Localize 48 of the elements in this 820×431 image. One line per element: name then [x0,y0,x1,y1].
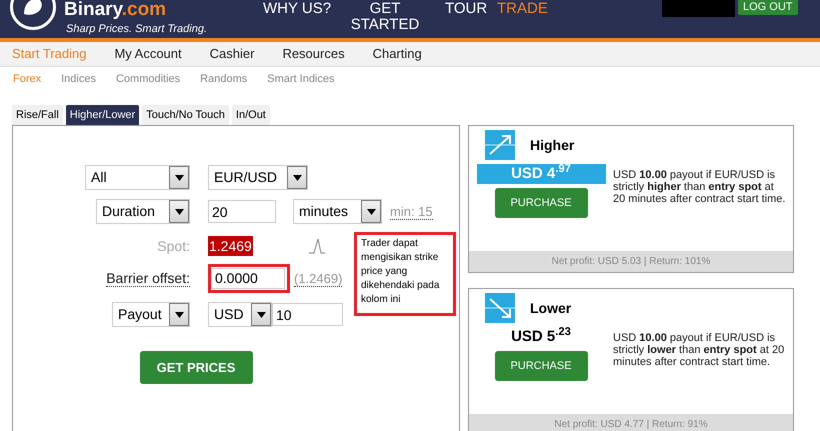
contract-price: USD 4$^{.97}$ [476,164,606,184]
spot-label: Spot: [157,236,190,256]
submenu-tab[interactable]: Smart Indices [267,70,334,88]
nav-link[interactable]: WHY US? [263,1,332,17]
logo-text[interactable]: Binary.com [64,0,166,20]
contract-tab[interactable]: In/Out [232,105,270,125]
logo-tagline: Sharp Prices. Smart Trading. [66,22,208,37]
duration-input[interactable]: 20 [208,200,276,223]
contract-tab[interactable]: Higher/Lower [66,105,140,125]
arrow-up-right-icon [485,130,515,160]
purchase-button[interactable]: PURCHASE [494,351,588,381]
get-prices-button[interactable]: GET PRICES [140,351,252,384]
amount-type-select[interactable]: Payout [112,302,190,327]
contract-title: Lower [530,298,572,318]
duration-unit-select[interactable]: minutes [293,199,382,224]
barrier-input[interactable]: 0.0000 [211,268,285,289]
submenu-tab[interactable]: Randoms [200,70,248,88]
sparkline-icon [308,238,325,254]
submenu-tab[interactable]: Commodities [116,70,180,88]
nav-link[interactable]: GET STARTED [350,1,420,33]
submenu-tab[interactable]: Indices [61,70,96,88]
barrier-value: (1.2469) [294,270,342,286]
contract-description: USD 10.00 payout if EUR/USD is strictly higher than entry spot at 20 minutes after contract start time. [613,169,786,207]
menu-tab[interactable]: Resources [282,44,345,64]
market-select[interactable]: All [85,165,190,190]
purchase-button[interactable]: PURCHASE [494,188,588,218]
menu-tab[interactable]: Cashier [210,44,254,64]
menu-tab[interactable]: Charting [372,44,422,64]
contract-price: USD 5$^{.23}$ [510,327,572,347]
arrow-down-right-icon [485,293,515,323]
nav-link[interactable]: TRADE [497,1,548,17]
amount-input[interactable]: 10 [272,303,343,326]
contract-description: USD 10.00 payout if EUR/USD is strictly lower than entry spot at 20 minutes after contract start time. [613,332,786,370]
contract-footer: Net profit: USD 5.03 | Return: 101% [469,251,793,272]
contract-tab[interactable]: Rise/Fall [12,105,63,125]
underlying-select[interactable]: EUR/USD [208,165,308,190]
nav-link[interactable]: TOUR [445,1,488,17]
duration-type-select[interactable]: Duration [96,199,190,224]
barrier-label: Barrier offset: [106,270,190,286]
currency-select[interactable]: USD [208,302,272,327]
menu-tab[interactable]: My Account [114,44,182,64]
spot-value: 1.2469 [208,236,253,256]
logout-button[interactable]: LOG OUT [738,0,798,15]
contract-title: Higher [530,136,574,155]
min-duration-label: min: 15 [390,204,433,220]
contract-footer: Net profit: USD 4.77 | Return: 91% [469,414,793,431]
contract-tab[interactable]: Touch/No Touch [142,105,229,125]
annotation-callout: Trader dapat mengisikan strike price yang dikehendaki pada kolom ini [354,232,456,316]
